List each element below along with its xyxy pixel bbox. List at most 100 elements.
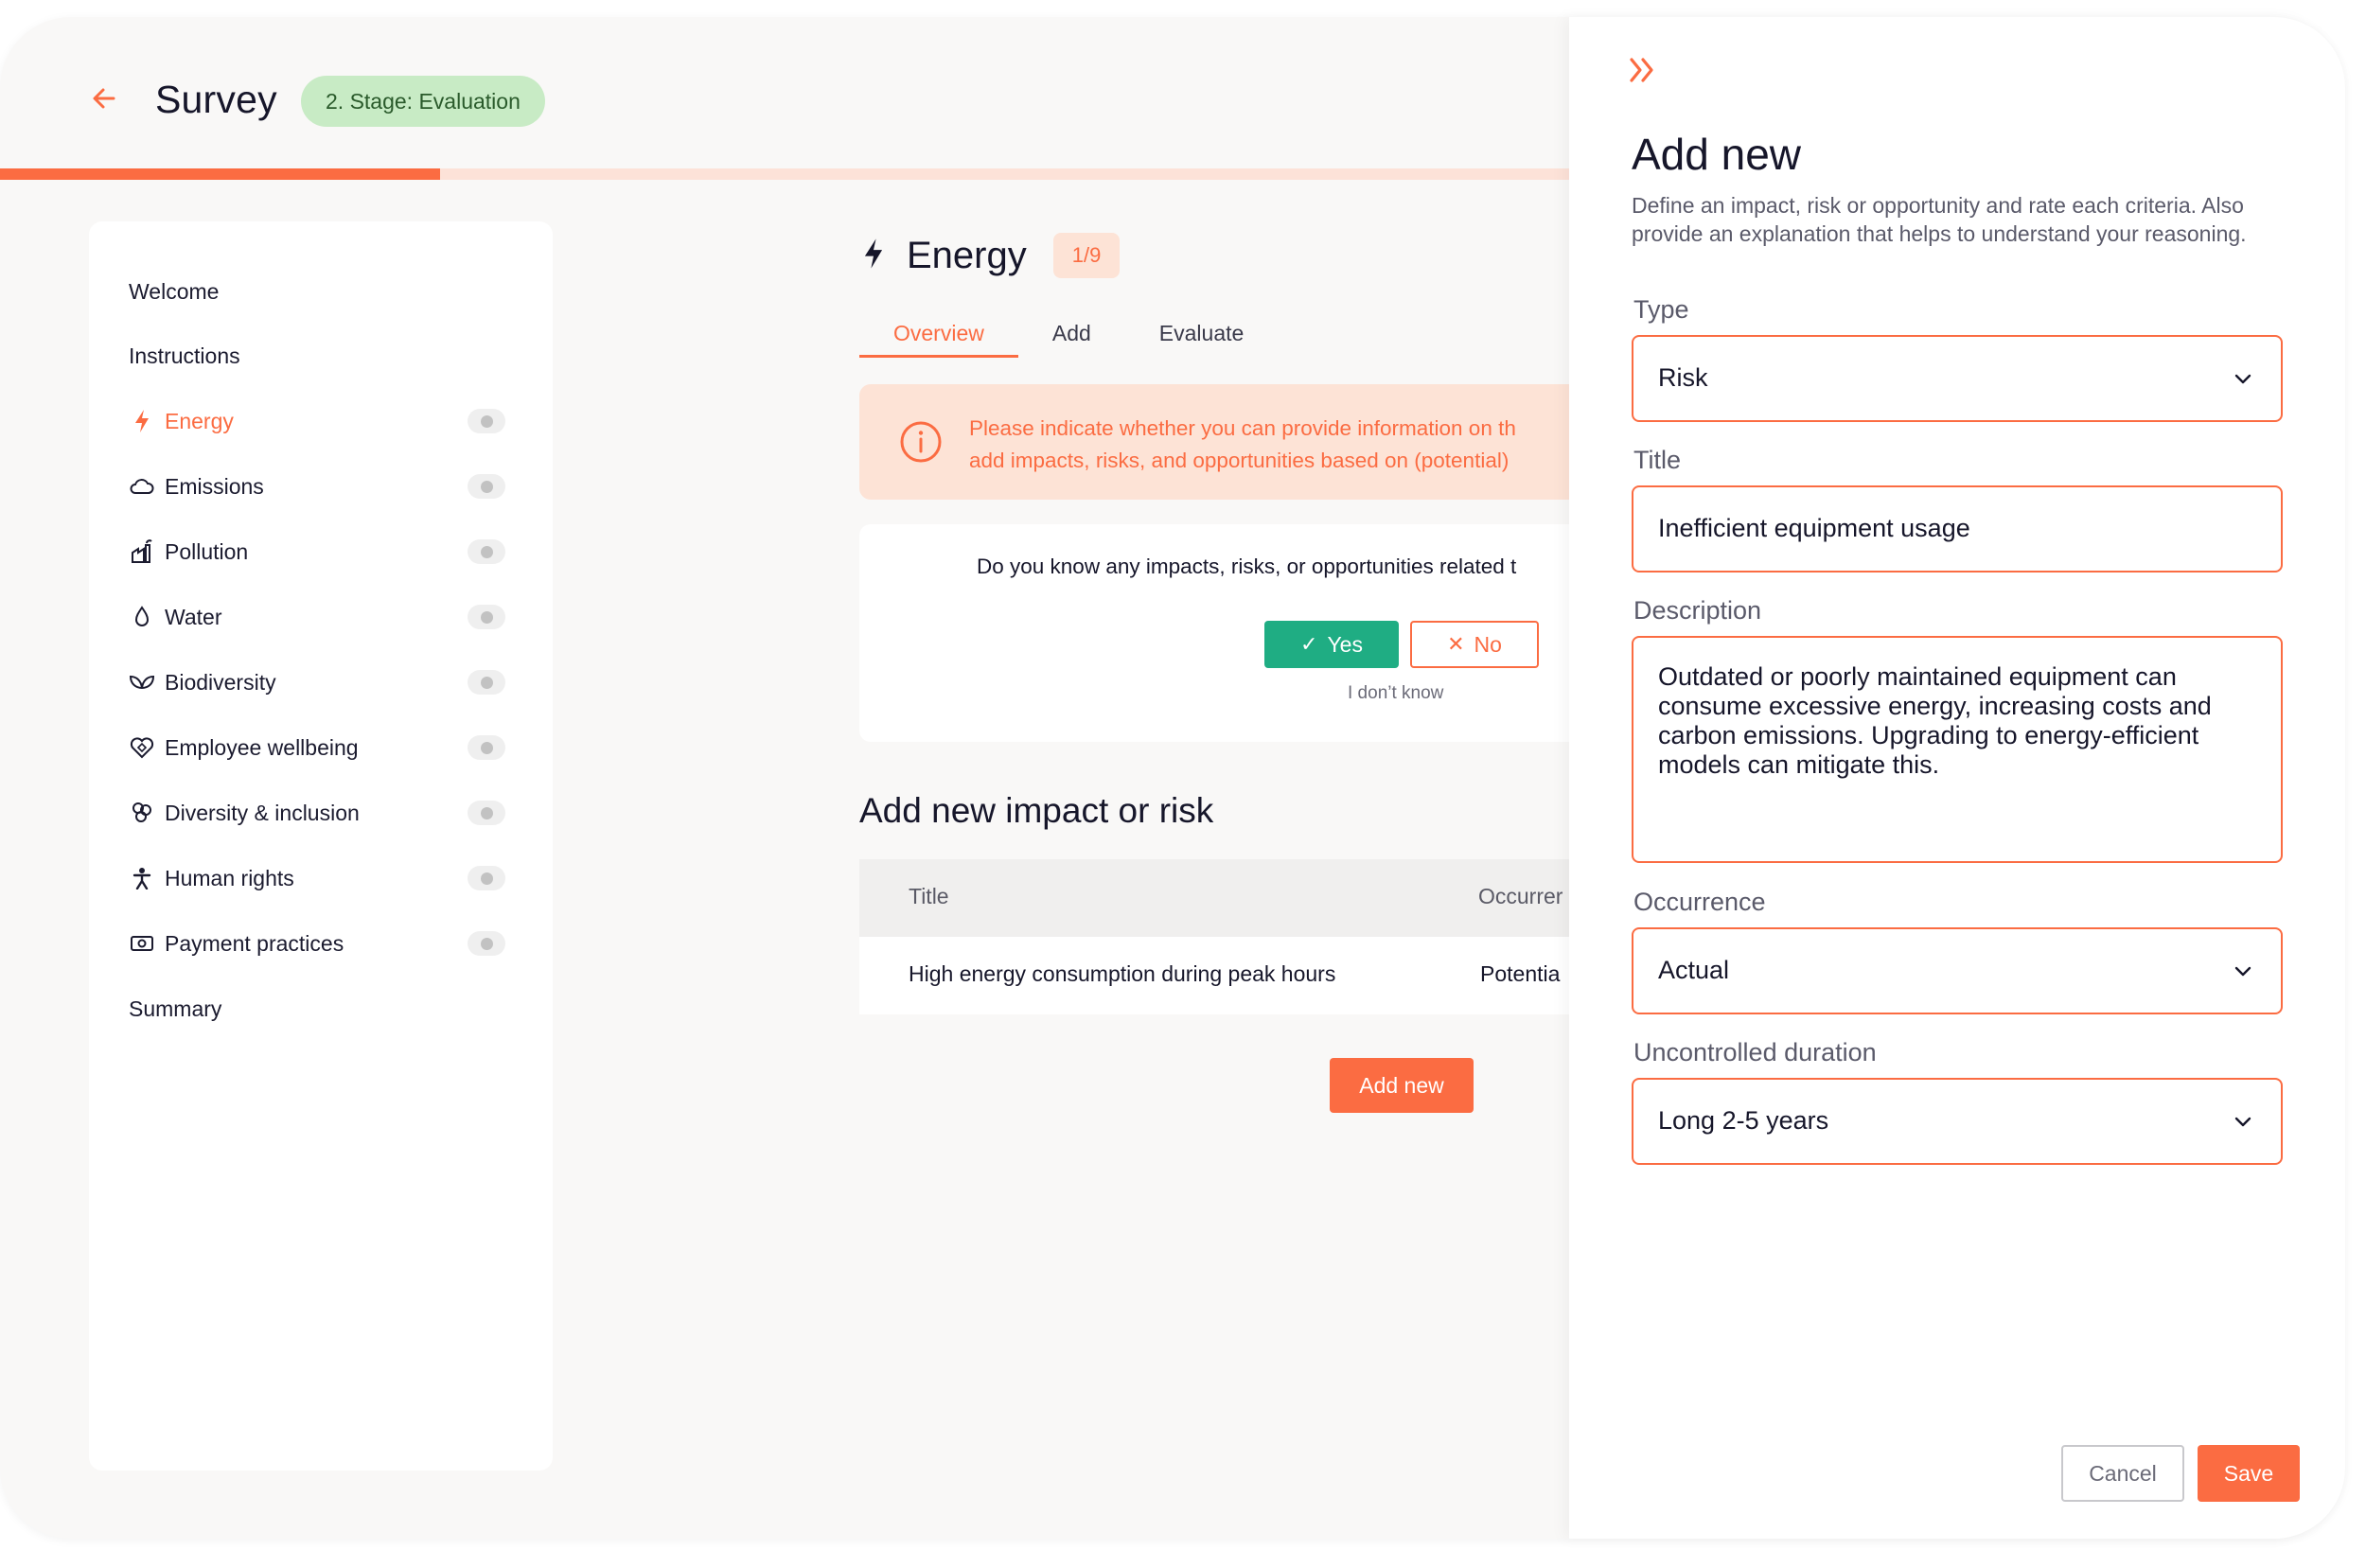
type-select-value: Risk: [1658, 363, 1708, 392]
panel-description: Define an impact, risk or opportunity an…: [1632, 193, 2247, 246]
progress-counter-badge: 1/9: [1052, 233, 1121, 278]
type-select[interactable]: Risk: [1632, 335, 2283, 422]
tab-bar: Overview Add Evaluate: [859, 314, 1278, 358]
sidebar-item-emissions[interactable]: Emissions: [129, 467, 264, 505]
cloud-icon: [129, 473, 155, 500]
impact-table: Title Occurrer High energy consumption d…: [859, 859, 1616, 1014]
pollution-toggle[interactable]: [468, 539, 505, 564]
table-cell: Potentia: [1480, 961, 1561, 986]
no-button-label: No: [1474, 631, 1502, 657]
banknote-icon: [129, 930, 155, 957]
yes-button[interactable]: ✓ Yes: [1264, 621, 1399, 668]
description-label: Description: [1633, 596, 1762, 625]
type-label: Type: [1633, 295, 1689, 324]
sidebar-item-diversity-inclusion[interactable]: Diversity & inclusion: [129, 794, 360, 832]
info-text: Please indicate whether you can provide …: [969, 413, 1616, 477]
sidebar-item-welcome[interactable]: Welcome: [129, 273, 219, 310]
sidebar-item-label: Energy: [165, 408, 234, 433]
add-new-button[interactable]: Add new: [1330, 1058, 1474, 1113]
chevron-down-icon: [2230, 365, 2256, 392]
sidebar-item-energy[interactable]: Energy: [129, 402, 234, 440]
occurrence-select-value: Actual: [1658, 956, 1730, 984]
section-header: Energy 1/9: [861, 233, 1121, 278]
factory-icon: [129, 538, 155, 565]
occurrence-select[interactable]: Actual: [1632, 927, 2283, 1014]
heart-icon: [129, 734, 155, 761]
sidebar-item-biodiversity[interactable]: Biodiversity: [129, 663, 276, 701]
title-label: Title: [1633, 446, 1682, 474]
sidebar-item-label: Biodiversity: [165, 669, 276, 695]
payment-practices-toggle[interactable]: [468, 931, 505, 956]
question-text: Do you know any impacts, risks, or oppor…: [977, 555, 1517, 578]
lightning-icon: [129, 408, 155, 434]
duration-select-value: Long 2-5 years: [1658, 1106, 1829, 1135]
close-icon: ✕: [1447, 632, 1465, 656]
info-text-line: add impacts, risks, and opportunities ba…: [969, 449, 1510, 472]
sidebar-item-human-rights[interactable]: Human rights: [129, 859, 294, 897]
sidebar-item-label: Human rights: [165, 865, 294, 890]
sidebar-item-label: Diversity & inclusion: [165, 800, 360, 825]
sidebar-item-label: Welcome: [129, 278, 220, 304]
people-icon: [129, 800, 155, 826]
sidebar-item-pollution[interactable]: Pollution: [129, 533, 248, 571]
tab-add[interactable]: Add: [1018, 314, 1125, 358]
water-toggle[interactable]: [468, 605, 505, 629]
tab-overview[interactable]: Overview: [859, 314, 1018, 358]
duration-select[interactable]: Long 2-5 years: [1632, 1078, 2283, 1165]
sidebar-item-label: Payment practices: [165, 930, 344, 956]
diversity-inclusion-toggle[interactable]: [468, 801, 505, 825]
stage-badge: 2. Stage: Evaluation: [301, 76, 545, 127]
title-input[interactable]: Inefficient equipment usage: [1632, 485, 2283, 573]
sidebar-item-label: Summary: [129, 995, 222, 1021]
progress-bar: [0, 168, 1571, 180]
info-banner: Please indicate whether you can provide …: [859, 384, 1616, 500]
table-cell: High energy consumption during peak hour…: [909, 961, 1336, 986]
emissions-toggle[interactable]: [468, 474, 505, 499]
sidebar-item-label: Emissions: [165, 473, 264, 499]
dont-know-link[interactable]: I don’t know: [1348, 683, 1443, 704]
no-button[interactable]: ✕ No: [1410, 621, 1539, 668]
occurrence-label: Occurrence: [1633, 888, 1766, 916]
description-textarea-value: Outdated or poorly maintained equipment …: [1658, 662, 2212, 779]
section-title: Energy: [907, 234, 1027, 276]
human-rights-toggle[interactable]: [468, 866, 505, 890]
sidebar-item-payment-practices[interactable]: Payment practices: [129, 925, 344, 962]
progress-bar-fill: [0, 168, 440, 180]
sidebar-item-summary[interactable]: Summary: [129, 990, 221, 1028]
tab-evaluate[interactable]: Evaluate: [1125, 314, 1279, 358]
duration-label: Uncontrolled duration: [1633, 1038, 1877, 1066]
add-new-panel: Add new Define an impact, risk or opport…: [1569, 17, 2345, 1539]
column-header-title: Title: [909, 884, 949, 908]
info-icon: [899, 420, 943, 464]
sidebar-item-label: Instructions: [129, 343, 240, 368]
person-icon: [129, 865, 155, 891]
yes-button-label: Yes: [1327, 631, 1363, 657]
cancel-button[interactable]: Cancel: [2061, 1445, 2184, 1502]
info-text-line: Please indicate whether you can provide …: [969, 416, 1516, 440]
droplet-icon: [129, 604, 155, 630]
sidebar-item-employee-wellbeing[interactable]: Employee wellbeing: [129, 729, 359, 766]
column-header-occurrence: Occurrer: [1478, 884, 1563, 908]
energy-toggle[interactable]: [468, 409, 505, 433]
table-header: Title Occurrer: [859, 859, 1616, 937]
sidebar-item-water[interactable]: Water: [129, 598, 222, 636]
sidebar-item-label: Water: [165, 604, 222, 629]
back-arrow-icon[interactable]: [85, 79, 123, 117]
description-textarea[interactable]: Outdated or poorly maintained equipment …: [1632, 636, 2283, 863]
page-title: Survey: [155, 78, 277, 121]
sidebar: Welcome Instructions Energy Emissions Po…: [89, 221, 553, 1471]
biodiversity-toggle[interactable]: [468, 670, 505, 695]
lightning-icon: [861, 237, 886, 275]
employee-wellbeing-toggle[interactable]: [468, 735, 505, 760]
chevron-down-icon: [2230, 958, 2256, 984]
sidebar-item-label: Employee wellbeing: [165, 734, 359, 760]
leaf-icon: [129, 669, 155, 696]
add-section-title: Add new impact or risk: [859, 791, 1214, 830]
double-chevron-right-icon[interactable]: [1624, 51, 1662, 89]
check-icon: ✓: [1300, 632, 1318, 656]
save-button[interactable]: Save: [2198, 1445, 2300, 1502]
title-input-value: Inefficient equipment usage: [1658, 514, 1970, 542]
sidebar-item-label: Pollution: [165, 538, 249, 564]
question-card: Do you know any impacts, risks, or oppor…: [859, 524, 1616, 742]
sidebar-item-instructions[interactable]: Instructions: [129, 337, 240, 375]
